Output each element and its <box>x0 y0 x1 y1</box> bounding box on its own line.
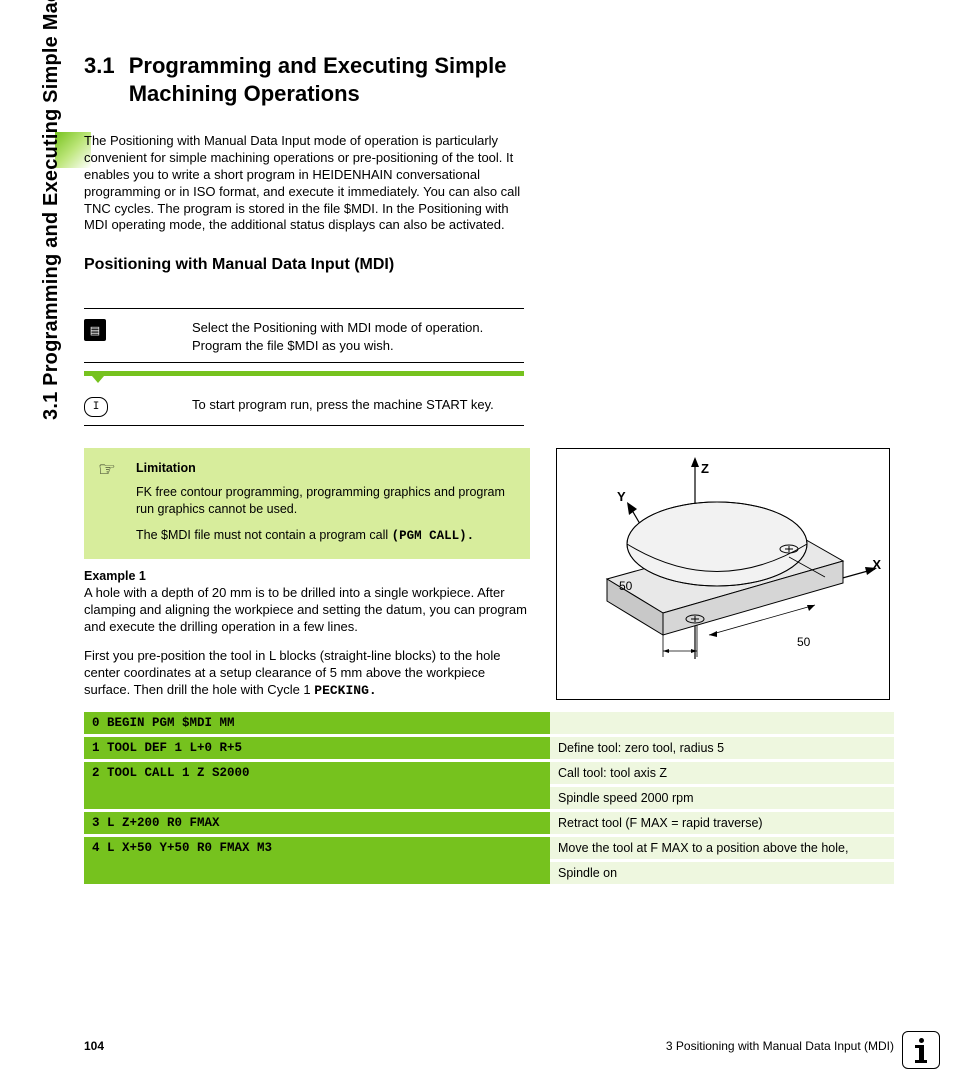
desc-cell <box>550 712 894 736</box>
desc-cell: Move the tool at F MAX to a position abo… <box>550 835 894 860</box>
dim-50-left: 50 <box>619 579 632 593</box>
table-row: 0 BEGIN PGM $MDI MM <box>84 712 894 736</box>
table-row: 1 TOOL DEF 1 L+0 R+5Define tool: zero to… <box>84 735 894 760</box>
start-key-icon: I <box>84 397 108 417</box>
sidebar-section-title: 3.1 Programming and Executing Simple Mac… <box>40 0 63 420</box>
desc-cell: Define tool: zero tool, radius 5 <box>550 735 894 760</box>
desc-cell: Retract tool (F MAX = rapid traverse) <box>550 810 894 835</box>
step-block-2: I To start program run, press the machin… <box>84 386 524 426</box>
code-cell: 1 TOOL DEF 1 L+0 R+5 <box>84 735 550 760</box>
mdi-softkey-icon: ▤ <box>84 319 106 341</box>
step-block-1: ▤ Select the Positioning with MDI mode o… <box>84 308 524 363</box>
info-icon <box>902 1031 940 1069</box>
page-content: 3.1 Programming and Executing Simple Mac… <box>84 52 894 887</box>
table-row: 2 TOOL CALL 1 Z S2000Call tool: tool axi… <box>84 760 894 785</box>
example-p2-text: First you pre-position the tool in L blo… <box>84 648 500 697</box>
desc-cell: Spindle on <box>550 860 894 885</box>
page-number: 104 <box>84 1039 104 1053</box>
intro-paragraph: The Positioning with Manual Data Input m… <box>84 133 524 234</box>
example-p2-code: PECKING. <box>314 683 376 698</box>
desc-cell: Call tool: tool axis Z <box>550 760 894 785</box>
code-cell: 0 BEGIN PGM $MDI MM <box>84 712 550 736</box>
program-table: 0 BEGIN PGM $MDI MM 1 TOOL DEF 1 L+0 R+5… <box>84 712 894 887</box>
code-cell: 4 L X+50 Y+50 R0 FMAX M3 <box>84 835 550 885</box>
note-line2: The $MDI file must not contain a program… <box>136 527 516 546</box>
note-line2-code: (PGM CALL). <box>392 529 475 543</box>
page-heading: 3.1 Programming and Executing Simple Mac… <box>84 52 894 107</box>
heading-title: Programming and Executing Simple Machini… <box>129 52 529 107</box>
dim-50-right: 50 <box>797 635 810 649</box>
limitation-note: ☞ Limitation FK free contour programming… <box>84 448 530 559</box>
two-column-region: ☞ Limitation FK free contour programming… <box>84 426 894 711</box>
axis-z-label: Z <box>701 461 709 476</box>
axis-x-label: X <box>872 557 881 572</box>
green-separator <box>84 371 524 376</box>
table-row: 4 L X+50 Y+50 R0 FMAX M3Move the tool at… <box>84 835 894 860</box>
pointing-hand-icon: ☞ <box>98 460 120 545</box>
page-footer: 104 3 Positioning with Manual Data Input… <box>84 1039 894 1053</box>
subheading: Positioning with Manual Data Input (MDI) <box>84 256 894 274</box>
chapter-label: 3 Positioning with Manual Data Input (MD… <box>666 1039 894 1053</box>
example-label: Example 1 <box>84 569 530 583</box>
note-title: Limitation <box>136 460 516 478</box>
step1-text: Select the Positioning with MDI mode of … <box>192 319 524 354</box>
note-line1: FK free contour programming, programming… <box>136 484 516 519</box>
workpiece-figure: Z Y X 50 50 <box>556 448 890 700</box>
code-cell: 3 L Z+200 R0 FMAX <box>84 810 550 835</box>
example-p1: A hole with a depth of 20 mm is to be dr… <box>84 585 530 636</box>
axis-y-label: Y <box>617 489 626 504</box>
desc-cell: Spindle speed 2000 rpm <box>550 785 894 810</box>
table-row: 3 L Z+200 R0 FMAXRetract tool (F MAX = r… <box>84 810 894 835</box>
code-cell: 2 TOOL CALL 1 Z S2000 <box>84 760 550 810</box>
heading-number: 3.1 <box>84 53 115 78</box>
note-line2-text: The $MDI file must not contain a program… <box>136 528 392 542</box>
example-p2: First you pre-position the tool in L blo… <box>84 648 530 700</box>
step2-text: To start program run, press the machine … <box>192 396 494 414</box>
